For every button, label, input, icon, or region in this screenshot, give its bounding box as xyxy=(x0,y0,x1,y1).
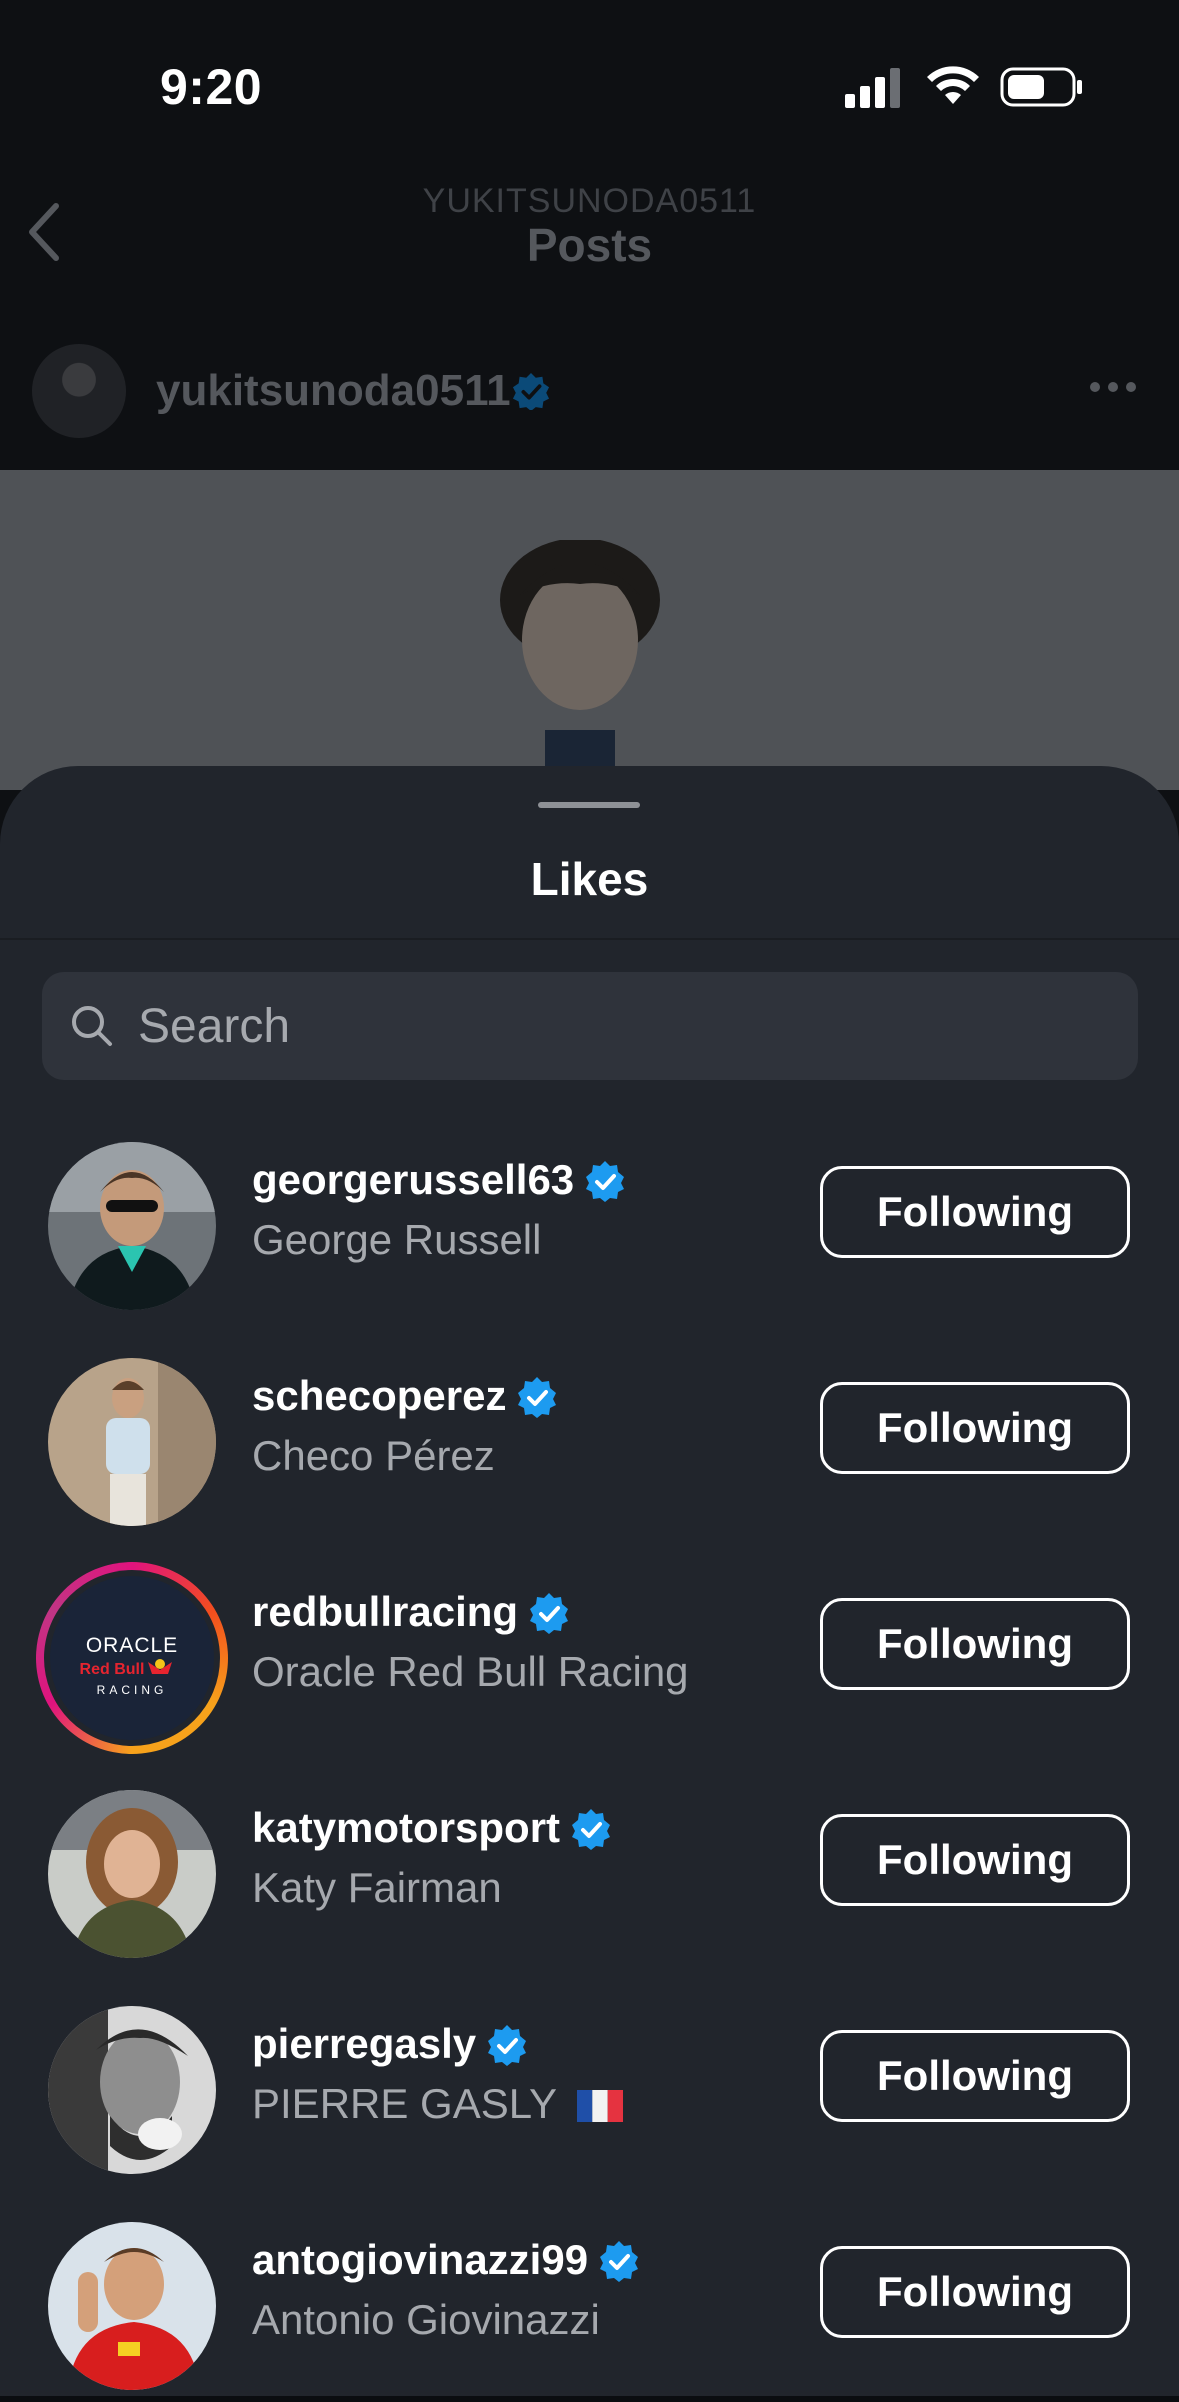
full-name: Oracle Red Bull Racing xyxy=(252,1648,689,1695)
verified-badge-icon xyxy=(488,2025,527,2066)
more-options-icon[interactable] xyxy=(1088,380,1138,394)
verified-badge-icon xyxy=(572,1809,611,1850)
avatar[interactable] xyxy=(48,2006,216,2174)
story-ring[interactable]: ORACLE Red Bull RACING xyxy=(36,1562,228,1754)
username[interactable]: georgerussell63 xyxy=(252,1156,626,1204)
sheet-drag-handle[interactable] xyxy=(538,802,640,808)
following-button[interactable]: Following xyxy=(820,1814,1130,1906)
sheet-divider xyxy=(0,938,1179,940)
username-text[interactable]: redbullracing xyxy=(252,1588,518,1635)
verified-badge-icon xyxy=(530,1593,569,1634)
logo-racing-text: RACING xyxy=(97,1683,168,1697)
logo-oracle-text: ORACLE xyxy=(86,1634,178,1657)
avatar-photo xyxy=(48,2222,216,2390)
list-item[interactable]: pierregasly PIERRE GASLY Following xyxy=(0,1970,1179,2186)
username[interactable]: redbullracing xyxy=(252,1588,570,1636)
nav-header: YUKITSUNODA0511 Posts xyxy=(0,170,1179,290)
full-name: Katy Fairman xyxy=(252,1864,502,1911)
username-text[interactable]: georgerussell63 xyxy=(252,1156,574,1203)
avatar[interactable] xyxy=(48,1790,216,1958)
logo-red-bull-text: Red Bull xyxy=(80,1661,145,1678)
france-flag-icon xyxy=(577,2090,623,2122)
username-text[interactable]: katymotorsport xyxy=(252,1804,560,1851)
following-button[interactable]: Following xyxy=(820,1598,1130,1690)
avatar-photo xyxy=(48,1790,216,1958)
verified-badge-icon xyxy=(586,1161,625,1202)
search-icon xyxy=(72,1006,112,1046)
full-name: PIERRE GASLY xyxy=(252,2080,623,2128)
post-author-username[interactable]: yukitsunoda0511 xyxy=(156,366,511,416)
username[interactable]: pierregasly xyxy=(252,2020,528,2068)
verified-badge-icon xyxy=(600,2241,639,2282)
verified-badge-icon xyxy=(518,1377,557,1418)
list-item[interactable]: katymotorsport Katy Fairman Following xyxy=(0,1754,1179,1970)
full-name: Antonio Giovinazzi xyxy=(252,2296,600,2343)
following-button[interactable]: Following xyxy=(820,2030,1130,2122)
likes-sheet: Likes georgerussell63 Geo xyxy=(0,766,1179,2396)
list-item[interactable]: antogiovinazzi99 Antonio Giovinazzi Foll… xyxy=(0,2186,1179,2402)
search-input[interactable] xyxy=(138,972,1098,1080)
full-name: George Russell xyxy=(252,1216,542,1263)
username[interactable]: schecoperez xyxy=(252,1372,558,1420)
avatar[interactable] xyxy=(48,1358,216,1526)
following-button[interactable]: Following xyxy=(820,1166,1130,1258)
cellular-signal-icon xyxy=(845,68,900,108)
status-time: 9:20 xyxy=(160,59,263,115)
avatar-photo xyxy=(48,1142,216,1310)
nav-subtitle: YUKITSUNODA0511 xyxy=(422,182,757,220)
full-name-text: PIERRE GASLY xyxy=(252,2080,557,2127)
avatar[interactable] xyxy=(48,2222,216,2390)
username[interactable]: katymotorsport xyxy=(252,1804,612,1852)
post-author-avatar[interactable] xyxy=(32,344,126,438)
list-item[interactable]: ORACLE Red Bull RACING redbullracing Ora… xyxy=(0,1538,1179,1754)
list-item[interactable]: georgerussell63 George Russell Following xyxy=(0,1106,1179,1322)
username-text[interactable]: schecoperez xyxy=(252,1372,506,1419)
username-text[interactable]: pierregasly xyxy=(252,2020,476,2067)
nav-title: Posts xyxy=(526,219,653,271)
sheet-title: Likes xyxy=(530,853,649,905)
following-button[interactable]: Following xyxy=(820,1382,1130,1474)
avatar-photo xyxy=(48,1358,216,1526)
full-name: Checo Pérez xyxy=(252,1432,495,1479)
battery-icon xyxy=(1000,67,1082,107)
wifi-icon xyxy=(927,66,979,104)
verified-badge-icon xyxy=(512,372,550,410)
post-image xyxy=(0,470,1179,790)
post-photo-person xyxy=(500,540,660,790)
following-button[interactable]: Following xyxy=(820,2246,1130,2338)
avatar[interactable] xyxy=(48,1142,216,1310)
avatar-photo xyxy=(48,2006,216,2174)
status-bar: 9:20 xyxy=(0,0,1179,170)
search-bar[interactable] xyxy=(42,972,1138,1080)
post-header: yukitsunoda0511 xyxy=(0,320,1179,465)
list-item[interactable]: schecoperez Checo Pérez Following xyxy=(0,1322,1179,1538)
avatar[interactable]: ORACLE Red Bull RACING xyxy=(50,1576,214,1740)
username-text[interactable]: antogiovinazzi99 xyxy=(252,2236,588,2283)
red-bull-racing-logo: ORACLE Red Bull RACING xyxy=(50,1576,214,1740)
username[interactable]: antogiovinazzi99 xyxy=(252,2236,640,2284)
